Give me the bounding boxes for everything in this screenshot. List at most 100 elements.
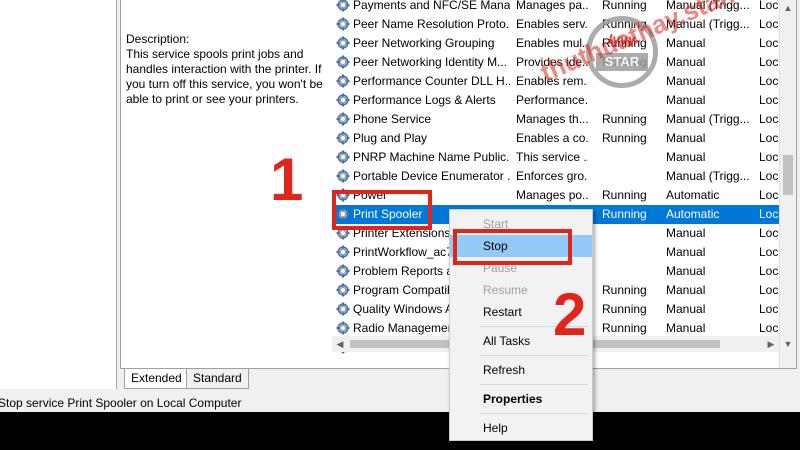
service-gear-icon xyxy=(336,131,350,145)
service-row[interactable]: Plug and Play Enables a co... Running Manua… xyxy=(332,129,780,148)
service-startup-type: Manual xyxy=(666,131,706,145)
scroll-right-arrow-icon[interactable]: ▶ xyxy=(763,336,779,352)
service-gear-icon xyxy=(336,150,350,164)
menu-item-help[interactable]: Help xyxy=(450,417,592,439)
bottom-border xyxy=(0,412,800,450)
service-log-on-as: Loc xyxy=(759,17,779,31)
service-row[interactable]: Phone Service Manages th... Running Manual … xyxy=(332,110,780,129)
service-log-on-as: Loc xyxy=(759,36,779,50)
service-startup-type: Automatic xyxy=(666,188,720,202)
scroll-down-arrow-icon[interactable]: ▼ xyxy=(780,336,796,352)
service-name: Performance Counter DLL H... xyxy=(353,74,510,88)
service-description: Manages pa... xyxy=(516,0,588,12)
service-gear-icon xyxy=(336,74,350,88)
service-log-on-as: Loc xyxy=(759,302,779,316)
service-startup-type: Manual xyxy=(666,150,706,164)
service-gear-icon xyxy=(336,302,350,316)
service-log-on-as: Loc xyxy=(759,0,779,12)
service-name: Plug and Play xyxy=(353,131,428,145)
service-name: Peer Networking Grouping xyxy=(353,36,495,50)
service-startup-type: Manual xyxy=(666,226,706,240)
menu-separator xyxy=(480,384,588,385)
service-description: This service ... xyxy=(516,150,588,164)
service-name: Peer Networking Identity M... xyxy=(353,55,508,69)
service-description: Enforces gro... xyxy=(516,169,588,183)
service-startup-type: Manual xyxy=(666,245,706,259)
service-startup-type: Manual xyxy=(666,74,706,88)
service-status: Running xyxy=(602,207,647,221)
console-tree-pane[interactable] xyxy=(0,0,117,389)
service-status: Running xyxy=(602,131,647,145)
service-startup-type: Manual xyxy=(666,55,706,69)
service-log-on-as: Loc xyxy=(759,74,779,88)
highlight-box-stop xyxy=(453,229,572,265)
service-gear-icon xyxy=(336,169,350,183)
service-status: Running xyxy=(602,321,647,335)
service-log-on-as: Loc xyxy=(759,264,779,278)
scroll-up-arrow-icon[interactable]: ▲ xyxy=(780,0,796,16)
service-log-on-as: Loc xyxy=(759,321,779,335)
service-gear-icon xyxy=(336,321,350,335)
service-log-on-as: Loc xyxy=(759,131,779,145)
service-log-on-as: Loc xyxy=(759,207,779,221)
service-log-on-as: Loc xyxy=(759,169,779,183)
service-log-on-as: Loc xyxy=(759,188,779,202)
service-name: Phone Service xyxy=(353,112,432,126)
service-log-on-as: Loc xyxy=(759,93,779,107)
service-startup-type: Manual xyxy=(666,93,706,107)
service-startup-type: Manual xyxy=(666,36,706,50)
service-gear-icon xyxy=(336,17,350,31)
highlight-box-print-spooler xyxy=(332,190,432,230)
service-status: Running xyxy=(602,283,647,297)
service-row[interactable]: Portable Device Enumerator ... Enforces g… xyxy=(332,167,780,186)
service-startup-type: Automatic xyxy=(666,207,720,221)
description-text: This service spools print jobs and handl… xyxy=(126,47,323,106)
service-gear-icon xyxy=(336,112,350,126)
service-description-panel: Description: This service spools print j… xyxy=(126,32,326,107)
service-gear-icon xyxy=(336,264,350,278)
service-row[interactable]: Performance Logs & Alerts Performance... M… xyxy=(332,91,780,110)
scroll-left-arrow-icon[interactable]: ◀ xyxy=(332,336,348,352)
vertical-scroll-thumb[interactable] xyxy=(783,155,793,195)
service-name: Portable Device Enumerator ... xyxy=(353,169,510,183)
service-row[interactable]: PNRP Machine Name Public... This service … xyxy=(332,148,780,167)
tab-extended[interactable]: Extended xyxy=(124,369,189,389)
service-startup-type: Manual xyxy=(666,321,706,335)
service-log-on-as: Loc xyxy=(759,245,779,259)
service-description: Enables serv... xyxy=(516,17,588,31)
service-startup-type: Manual (Trigg... xyxy=(666,112,750,126)
vertical-scrollbar[interactable]: ▲ ▼ xyxy=(779,0,796,368)
service-name: PNRP Machine Name Public... xyxy=(353,150,510,164)
service-gear-icon xyxy=(336,283,350,297)
service-gear-icon xyxy=(336,55,350,69)
service-startup-type: Manual (Trigg... xyxy=(666,169,750,183)
status-bar: Stop service Print Spooler on Local Comp… xyxy=(0,392,800,412)
service-log-on-as: Loc xyxy=(759,226,779,240)
service-description: Manages th... xyxy=(516,112,588,126)
service-name: Peer Name Resolution Proto... xyxy=(353,17,510,31)
service-startup-type: Manual xyxy=(666,283,706,297)
service-gear-icon xyxy=(336,93,350,107)
service-status: Running xyxy=(602,188,647,202)
service-name: Payments and NFC/SE Manage... xyxy=(353,0,510,12)
service-description: Performance... xyxy=(516,93,588,107)
step-number-1: 1 xyxy=(270,146,304,213)
service-description: Enables a co... xyxy=(516,131,588,145)
service-description: Manages po... xyxy=(516,188,588,202)
menu-item-properties[interactable]: Properties xyxy=(450,388,592,410)
service-log-on-as: Loc xyxy=(759,283,779,297)
description-label: Description: xyxy=(126,32,190,46)
menu-separator xyxy=(480,355,588,356)
menu-item-refresh[interactable]: Refresh xyxy=(450,359,592,381)
service-status: Running xyxy=(602,112,647,126)
tab-standard[interactable]: Standard xyxy=(186,369,249,389)
status-bar-text: Stop service Print Spooler on Local Comp… xyxy=(0,396,242,410)
menu-separator xyxy=(480,413,588,414)
service-gear-icon xyxy=(336,245,350,259)
service-gear-icon xyxy=(336,36,350,50)
service-log-on-as: Loc xyxy=(759,150,779,164)
service-name: Performance Logs & Alerts xyxy=(353,93,496,107)
service-status: Running xyxy=(602,302,647,316)
service-startup-type: Manual xyxy=(666,302,706,316)
service-log-on-as: Loc xyxy=(759,55,779,69)
